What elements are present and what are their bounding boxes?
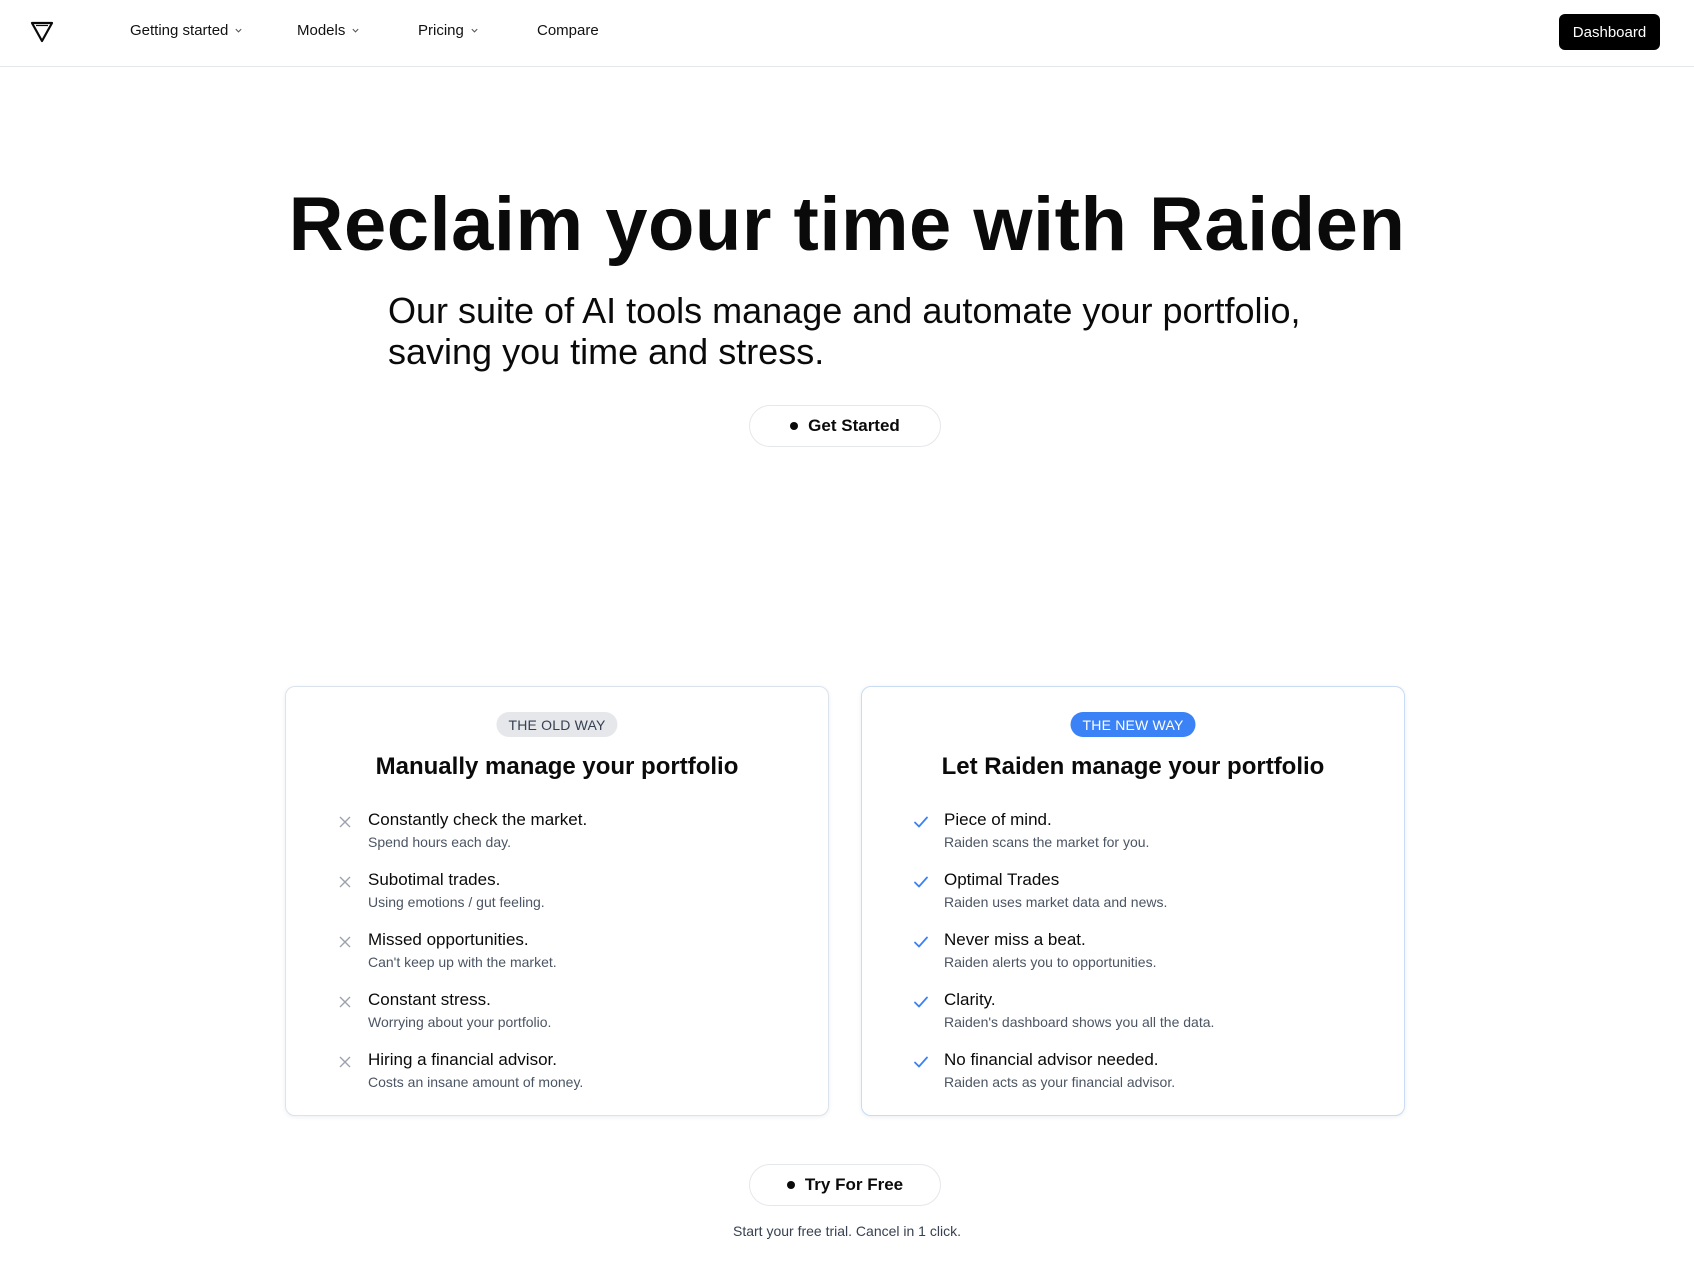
x-icon — [339, 996, 351, 1008]
item-title: Hiring a financial advisor. — [368, 1050, 557, 1069]
item-title: No financial advisor needed. — [944, 1050, 1159, 1069]
nav-item-models[interactable]: Models — [297, 22, 360, 39]
triangle-logo-icon[interactable] — [30, 21, 54, 43]
list-item: Clarity. Raiden's dashboard shows you al… — [888, 989, 1388, 1049]
item-subtitle: Using emotions / gut feeling. — [368, 894, 545, 910]
checkmark-icon — [914, 816, 928, 828]
dot-icon — [786, 1181, 795, 1189]
x-icon — [339, 816, 351, 828]
item-subtitle: Spend hours each day. — [368, 834, 511, 850]
nav-item-label: Getting started — [130, 22, 229, 39]
new-way-list: Piece of mind. Raiden scans the market f… — [888, 809, 1388, 1109]
trial-note: Start your free trial. Cancel in 1 click… — [733, 1223, 961, 1239]
hero-subtitle: Our suite of AI tools manage and automat… — [388, 290, 1348, 372]
item-subtitle: Raiden's dashboard shows you all the dat… — [944, 1014, 1215, 1030]
item-subtitle: Costs an insane amount of money. — [368, 1074, 584, 1090]
nav-item-label: Compare — [537, 22, 599, 39]
list-item: Missed opportunities. Can't keep up with… — [312, 929, 812, 989]
new-way-title: Let Raiden manage your portfolio — [941, 753, 1325, 780]
nav-item-pricing[interactable]: Pricing — [418, 22, 479, 39]
list-item: Constantly check the market. Spend hours… — [312, 809, 812, 869]
checkmark-icon — [914, 1056, 928, 1068]
checkmark-icon — [914, 936, 928, 948]
item-subtitle: Raiden uses market data and news. — [944, 894, 1168, 910]
checkmark-icon — [914, 996, 928, 1008]
item-title: Clarity. — [944, 990, 996, 1009]
x-icon — [339, 1056, 351, 1068]
item-subtitle: Raiden alerts you to opportunities. — [944, 954, 1157, 970]
nav-item-getting-started[interactable]: Getting started — [130, 22, 243, 39]
get-started-button[interactable]: Get Started — [749, 405, 941, 447]
hero-title: Reclaim your time with Raiden — [288, 182, 1406, 267]
list-item: No financial advisor needed. Raiden acts… — [888, 1049, 1388, 1109]
list-item: Never miss a beat. Raiden alerts you to … — [888, 929, 1388, 989]
chevron-down-icon — [352, 28, 359, 33]
item-subtitle: Raiden scans the market for you. — [944, 834, 1150, 850]
old-way-card: THE OLD WAY Manually manage your portfol… — [285, 686, 829, 1116]
old-way-list: Constantly check the market. Spend hours… — [312, 809, 812, 1109]
list-item: Optimal Trades Raiden uses market data a… — [888, 869, 1388, 929]
item-title: Missed opportunities. — [368, 930, 529, 949]
chevron-down-icon — [235, 28, 242, 33]
try-for-free-label: Try For Free — [804, 1175, 904, 1194]
try-for-free-button[interactable]: Try For Free — [749, 1164, 941, 1206]
x-icon — [339, 876, 351, 888]
nav-item-label: Models — [297, 22, 346, 39]
get-started-label: Get Started — [808, 416, 900, 435]
checkmark-icon — [914, 876, 928, 888]
item-title: Never miss a beat. — [944, 930, 1086, 949]
item-subtitle: Raiden acts as your financial advisor. — [944, 1074, 1176, 1090]
list-item: Piece of mind. Raiden scans the market f… — [888, 809, 1388, 869]
list-item: Constant stress. Worrying about your por… — [312, 989, 812, 1049]
item-title: Piece of mind. — [944, 810, 1052, 829]
new-way-card: THE NEW WAY Let Raiden manage your portf… — [861, 686, 1405, 1116]
dot-icon — [790, 422, 799, 430]
top-navbar: Getting started Models Pricing Compare D… — [0, 0, 1694, 67]
old-way-title: Manually manage your portfolio — [375, 753, 739, 780]
dashboard-button[interactable]: Dashboard — [1559, 14, 1660, 50]
nav-item-label: Pricing — [418, 22, 464, 39]
chevron-down-icon — [471, 28, 478, 33]
list-item: Hiring a financial advisor. Costs an ins… — [312, 1049, 812, 1109]
item-subtitle: Worrying about your portfolio. — [368, 1014, 552, 1030]
old-way-badge: THE OLD WAY — [496, 712, 618, 737]
item-title: Constant stress. — [368, 990, 491, 1009]
x-icon — [339, 936, 351, 948]
item-subtitle: Can't keep up with the market. — [368, 954, 557, 970]
nav-item-compare[interactable]: Compare — [537, 22, 599, 39]
item-title: Optimal Trades — [944, 870, 1060, 889]
page: Getting started Models Pricing Compare D… — [0, 0, 1694, 1279]
hero-subtitle-line-1: Our suite of AI tools manage and automat… — [388, 290, 1301, 331]
hero-subtitle-line-2: saving you time and stress. — [388, 331, 825, 372]
list-item: Subotimal trades. Using emotions / gut f… — [312, 869, 812, 929]
new-way-badge: THE NEW WAY — [1070, 712, 1196, 737]
item-title: Subotimal trades. — [368, 870, 501, 889]
item-title: Constantly check the market. — [368, 810, 588, 829]
